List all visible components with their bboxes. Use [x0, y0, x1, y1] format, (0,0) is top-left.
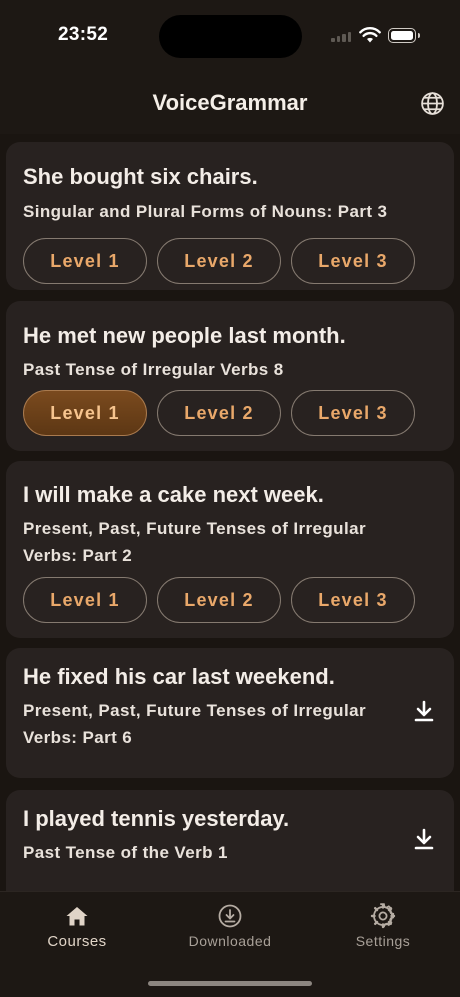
lesson-title: I will make a cake next week. — [23, 482, 324, 507]
lesson-list[interactable]: She bought six chairs. Singular and Plur… — [0, 134, 460, 891]
level-2-button[interactable]: Level 2 — [157, 577, 281, 623]
tab-label: Downloaded — [188, 933, 272, 949]
gear-icon — [370, 903, 396, 929]
lesson-card[interactable]: He met new people last month. Past Tense… — [6, 301, 454, 451]
globe-icon[interactable] — [420, 91, 445, 116]
level-3-button[interactable]: Level 3 — [291, 577, 415, 623]
lesson-title: He met new people last month. — [23, 323, 346, 348]
lesson-title: He fixed his car last weekend. — [23, 664, 335, 689]
app-screen: 23:52 VoiceGrammar She bought six chairs… — [0, 0, 460, 997]
level-3-button[interactable]: Level 3 — [291, 238, 415, 284]
download-circle-icon — [218, 904, 242, 928]
lesson-card[interactable]: He fixed his car last weekend. Present, … — [6, 648, 454, 778]
level-1-button[interactable]: Level 1 — [23, 238, 147, 284]
status-time: 23:52 — [58, 24, 109, 45]
level-buttons: Level 1 Level 2 Level 3 — [23, 577, 415, 623]
lesson-subtitle: Present, Past, Future Tenses of Irregula… — [23, 519, 366, 565]
lesson-subtitle: Singular and Plural Forms of Nouns: Part… — [23, 202, 388, 221]
tab-label: Settings — [355, 933, 411, 949]
status-bar: 23:52 — [0, 0, 460, 76]
dynamic-island — [159, 15, 302, 58]
lesson-title: She bought six chairs. — [23, 164, 258, 189]
download-icon[interactable] — [414, 828, 434, 850]
tab-courses[interactable]: Courses — [12, 892, 142, 962]
level-2-button[interactable]: Level 2 — [157, 390, 281, 436]
lesson-subtitle: Past Tense of Irregular Verbs 8 — [23, 360, 284, 379]
lesson-card[interactable]: She bought six chairs. Singular and Plur… — [6, 142, 454, 290]
level-3-button[interactable]: Level 3 — [291, 390, 415, 436]
wifi-icon — [359, 26, 381, 43]
level-buttons: Level 1 Level 2 Level 3 — [23, 390, 415, 436]
tab-settings[interactable]: Settings — [318, 892, 448, 962]
app-header: VoiceGrammar — [0, 76, 460, 134]
download-icon[interactable] — [414, 700, 434, 722]
battery-icon — [388, 28, 420, 43]
level-1-button[interactable]: Level 1 — [23, 390, 147, 436]
level-2-button[interactable]: Level 2 — [157, 238, 281, 284]
lesson-subtitle: Past Tense of the Verb 1 — [23, 843, 228, 862]
level-1-button[interactable]: Level 1 — [23, 577, 147, 623]
cellular-signal-icon — [331, 32, 353, 42]
lesson-subtitle: Present, Past, Future Tenses of Irregula… — [23, 701, 366, 747]
level-buttons: Level 1 Level 2 Level 3 — [23, 238, 415, 284]
app-title: VoiceGrammar — [152, 90, 308, 115]
lesson-card[interactable]: I will make a cake next week. Present, P… — [6, 461, 454, 638]
house-icon — [66, 907, 88, 926]
lesson-title: I played tennis yesterday. — [23, 806, 290, 831]
lesson-card[interactable]: I played tennis yesterday. Past Tense of… — [6, 790, 454, 891]
home-indicator — [148, 981, 312, 986]
tab-label: Courses — [47, 933, 107, 950]
tab-downloaded[interactable]: Downloaded — [165, 892, 295, 962]
